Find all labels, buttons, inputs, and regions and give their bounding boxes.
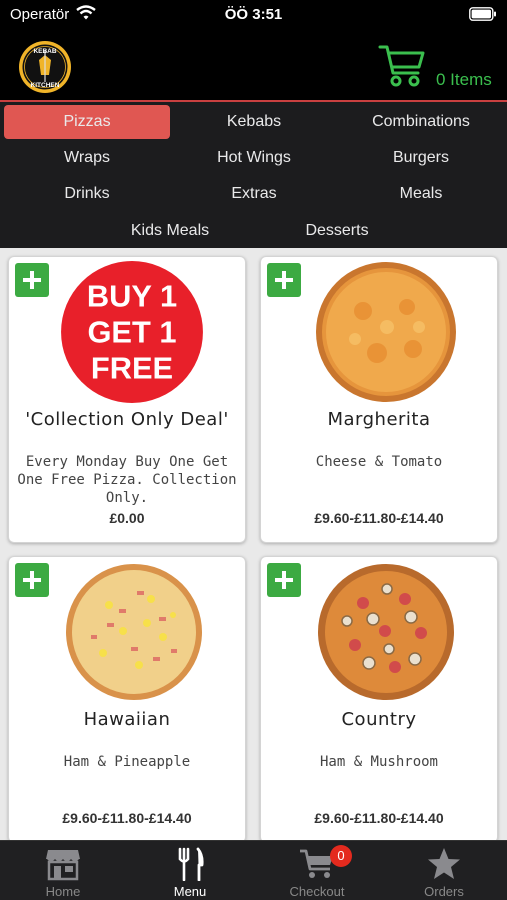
checkout-count-badge: 0	[330, 845, 352, 867]
category-burgers[interactable]: Burgers	[338, 141, 504, 175]
badge-line-2: GET 1	[87, 314, 176, 349]
product-title: Hawaiian	[83, 709, 171, 730]
badge-line-1: BUY 1	[87, 278, 177, 313]
star-icon	[428, 848, 460, 879]
store-icon	[46, 850, 80, 881]
product-title: 'Collection Only Deal'	[25, 409, 229, 430]
status-bar: Operatör ÖÖ 3:51	[0, 0, 507, 30]
product-card-collection-deal[interactable]: BUY 1 GET 1 FREE 'Collection Only Deal' …	[8, 256, 246, 543]
clock: ÖÖ 3:51	[224, 6, 283, 23]
tab-label-orders: Orders	[424, 884, 464, 899]
badge-line-3: FREE	[91, 350, 173, 385]
category-hot-wings[interactable]: Hot Wings	[171, 141, 337, 175]
category-combinations[interactable]: Combinations	[338, 105, 504, 139]
hawaiian-pizza-image	[66, 564, 202, 700]
logo-text-bottom: KITCHEN	[31, 82, 60, 89]
tab-label-menu: Menu	[173, 884, 207, 899]
product-price: £9.60-£11.80-£14.40	[314, 810, 444, 826]
category-desserts[interactable]: Desserts	[254, 214, 420, 248]
add-to-cart-button[interactable]	[267, 563, 301, 597]
cart-icon[interactable]	[378, 43, 426, 89]
cart-items-count[interactable]: 0 Items	[436, 70, 492, 90]
kebab-kitchen-logo[interactable]: KEBAB KITCHEN	[18, 40, 72, 94]
tab-checkout[interactable]: Checkout	[254, 841, 380, 900]
category-kebabs[interactable]: Kebabs	[171, 105, 337, 139]
product-description: Ham & Mushroom	[319, 754, 438, 770]
product-price: £0.00	[109, 510, 145, 526]
category-kids-meals[interactable]: Kids Meals	[87, 214, 253, 248]
country-pizza-image	[318, 564, 454, 700]
product-title: Country	[341, 709, 417, 730]
product-description: Ham & Pineapple	[63, 754, 191, 770]
add-to-cart-button[interactable]	[15, 263, 49, 297]
product-description: Cheese & Tomato	[315, 454, 443, 470]
category-drinks[interactable]: Drinks	[4, 177, 170, 211]
tab-menu[interactable]: Menu	[127, 841, 253, 900]
category-extras[interactable]: Extras	[171, 177, 337, 211]
bottom-tab-bar: Home Menu Checkout 0 Orders	[0, 840, 507, 900]
tab-label-checkout: Checkout	[289, 884, 345, 899]
tab-orders[interactable]: Orders	[381, 841, 507, 900]
category-wraps[interactable]: Wraps	[4, 141, 170, 175]
product-description: Every Monday Buy One Get One Free Pizza.…	[17, 454, 237, 506]
product-card-hawaiian[interactable]: Hawaiian Ham & Pineapple £9.60-£11.80-£1…	[8, 556, 246, 840]
battery-icon	[469, 7, 496, 21]
app-header: KEBAB KITCHEN 0 Items	[0, 30, 507, 100]
logo-text-top: KEBAB	[33, 48, 56, 55]
margherita-pizza-image	[316, 262, 456, 402]
product-price: £9.60-£11.80-£14.40	[62, 810, 192, 826]
product-grid: BUY 1 GET 1 FREE 'Collection Only Deal' …	[0, 248, 507, 840]
add-to-cart-button[interactable]	[267, 263, 301, 297]
tab-label-home: Home	[45, 884, 81, 899]
tab-home[interactable]: Home	[0, 841, 126, 900]
product-title: Margherita	[327, 409, 431, 430]
product-price: £9.60-£11.80-£14.40	[314, 510, 444, 526]
category-meals[interactable]: Meals	[338, 177, 504, 211]
fork-knife-icon	[178, 847, 204, 881]
add-to-cart-button[interactable]	[15, 563, 49, 597]
category-menu: Pizzas Kebabs Combinations Wraps Hot Win…	[0, 102, 507, 248]
buy-one-get-one-badge: BUY 1 GET 1 FREE	[61, 261, 203, 403]
product-card-margherita[interactable]: Margherita Cheese & Tomato £9.60-£11.80-…	[260, 256, 498, 543]
product-card-country[interactable]: Country Ham & Mushroom £9.60-£11.80-£14.…	[260, 556, 498, 840]
category-pizzas[interactable]: Pizzas	[4, 105, 170, 139]
